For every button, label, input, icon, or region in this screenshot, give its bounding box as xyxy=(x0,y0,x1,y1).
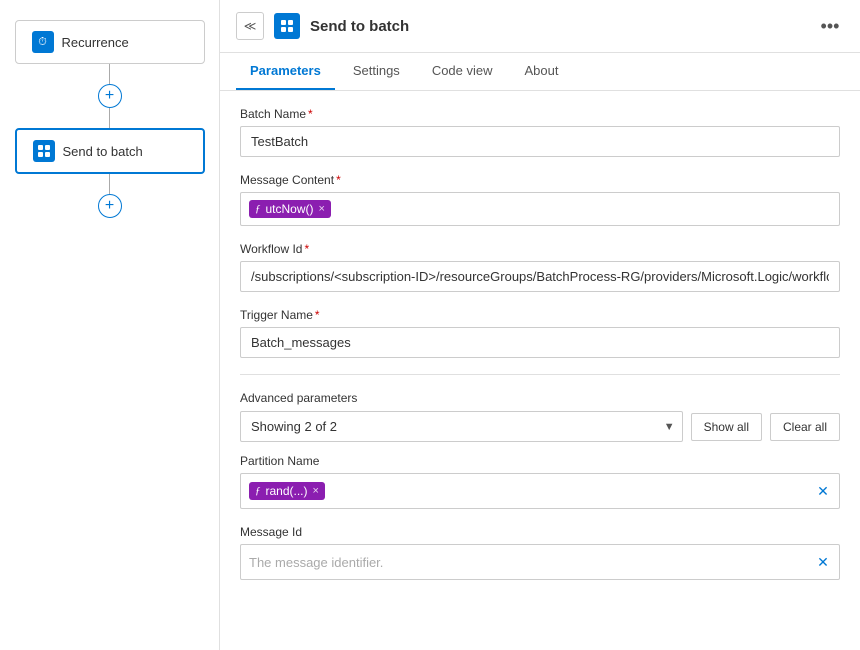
trigger-name-field: Trigger Name* xyxy=(240,308,840,358)
send-to-batch-node-box[interactable]: Send to batch xyxy=(15,128,205,174)
show-all-button[interactable]: Show all xyxy=(691,413,762,441)
add-button-1[interactable]: + xyxy=(98,84,122,108)
advanced-parameters-dropdown[interactable]: Showing 2 of 2 xyxy=(240,411,683,442)
connector-line-3 xyxy=(109,174,110,194)
message-id-clear-icon: ✕ xyxy=(817,554,829,571)
collapse-button[interactable]: ≪ xyxy=(236,12,264,40)
message-id-field: Message Id The message identifier. ✕ xyxy=(240,525,840,580)
tab-code-view[interactable]: Code view xyxy=(418,53,507,90)
token-function-icon: ƒ xyxy=(255,203,261,215)
batch-name-required: * xyxy=(308,107,313,121)
recurrence-label: Recurrence xyxy=(62,35,129,50)
batch-icon xyxy=(33,140,55,162)
form-area: Batch Name* Message Content* ƒ utcNow() … xyxy=(220,91,860,650)
rand-token-function-icon: ƒ xyxy=(255,485,261,497)
panel-header-icon xyxy=(274,13,300,39)
message-content-label: Message Content* xyxy=(240,173,840,187)
advanced-parameters-label: Advanced parameters xyxy=(240,391,840,405)
message-content-field: Message Content* ƒ utcNow() × xyxy=(240,173,840,226)
advanced-parameters-row: Showing 2 of 2 ▼ Show all Clear all xyxy=(240,411,840,442)
trigger-name-input[interactable] xyxy=(240,327,840,358)
message-id-inner[interactable]: The message identifier. xyxy=(241,545,807,579)
rand-token[interactable]: ƒ rand(...) × xyxy=(249,482,325,500)
rand-token-text: rand(...) xyxy=(266,484,308,498)
token-text: utcNow() xyxy=(266,202,314,216)
trigger-name-label: Trigger Name* xyxy=(240,308,840,322)
batch-name-label: Batch Name* xyxy=(240,107,840,121)
workflow-id-required: * xyxy=(304,242,309,256)
workflow-id-input[interactable] xyxy=(240,261,840,292)
trigger-name-required: * xyxy=(315,308,320,322)
connector-1: + xyxy=(98,64,122,128)
workflow-id-field: Workflow Id* xyxy=(240,242,840,292)
tab-parameters[interactable]: Parameters xyxy=(236,53,335,90)
more-icon: ••• xyxy=(821,16,840,37)
rand-token-close-btn[interactable]: × xyxy=(313,485,319,497)
more-options-button[interactable]: ••• xyxy=(816,12,844,40)
partition-name-label: Partition Name xyxy=(240,454,840,468)
recurrence-node: ⏱ Recurrence xyxy=(15,20,205,64)
send-to-batch-label: Send to batch xyxy=(63,144,143,159)
token-close-btn[interactable]: × xyxy=(319,203,325,215)
partition-clear-button[interactable]: ✕ xyxy=(807,474,839,508)
right-panel: ≪ Send to batch ••• Parameters Settings … xyxy=(220,0,860,650)
tab-about[interactable]: About xyxy=(511,53,573,90)
partition-name-clearable: ƒ rand(...) × ✕ xyxy=(240,473,840,509)
partition-name-field: Partition Name ƒ rand(...) × ✕ xyxy=(240,454,840,509)
recurrence-icon: ⏱ xyxy=(32,31,54,53)
utcnow-token[interactable]: ƒ utcNow() × xyxy=(249,200,331,218)
panel-title: Send to batch xyxy=(310,18,806,35)
section-divider xyxy=(240,374,840,375)
add-button-2[interactable]: + xyxy=(98,194,122,218)
batch-name-input[interactable] xyxy=(240,126,840,157)
collapse-icon: ≪ xyxy=(244,19,257,33)
connector-line-2 xyxy=(109,108,110,128)
tab-settings[interactable]: Settings xyxy=(339,53,414,90)
message-id-clearable: The message identifier. ✕ xyxy=(240,544,840,580)
partition-token-inner[interactable]: ƒ rand(...) × xyxy=(241,474,807,508)
advanced-dropdown-wrapper: Showing 2 of 2 ▼ xyxy=(240,411,683,442)
batch-name-field: Batch Name* xyxy=(240,107,840,157)
advanced-parameters-section: Advanced parameters Showing 2 of 2 ▼ Sho… xyxy=(240,391,840,442)
send-to-batch-node: Send to batch xyxy=(15,128,205,174)
clear-all-button[interactable]: Clear all xyxy=(770,413,840,441)
message-id-label: Message Id xyxy=(240,525,840,539)
workflow-id-label: Workflow Id* xyxy=(240,242,840,256)
message-id-clear-button[interactable]: ✕ xyxy=(807,545,839,579)
tabs: Parameters Settings Code view About xyxy=(220,53,860,91)
recurrence-node-box[interactable]: ⏱ Recurrence xyxy=(15,20,205,64)
connector-line-1 xyxy=(109,64,110,84)
message-content-token-field[interactable]: ƒ utcNow() × xyxy=(240,192,840,226)
connector-2: + xyxy=(98,174,122,218)
panel-header: ≪ Send to batch ••• xyxy=(220,0,860,53)
partition-clear-icon: ✕ xyxy=(817,483,829,500)
left-panel: ⏱ Recurrence + Send to batch + xyxy=(0,0,220,650)
message-id-placeholder: The message identifier. xyxy=(249,555,383,570)
message-content-required: * xyxy=(336,173,341,187)
